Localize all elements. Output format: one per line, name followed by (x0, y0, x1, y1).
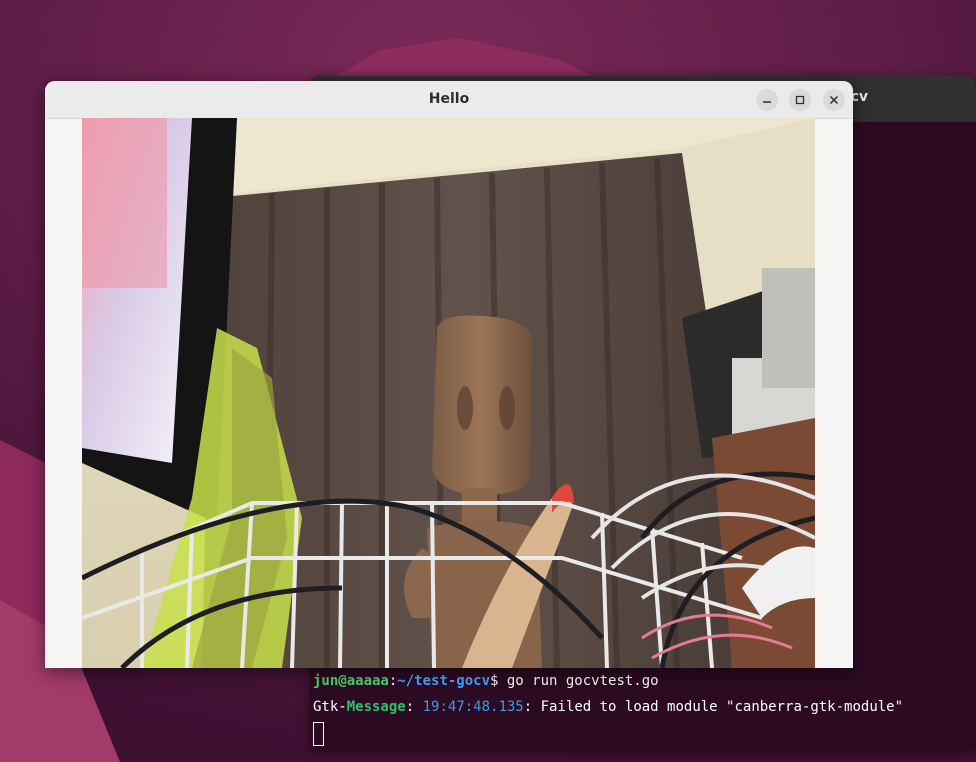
gtk-timestamp: 19:47:48.135 (422, 699, 524, 715)
prompt-symbol: $ (490, 673, 507, 689)
camera-feed-image (82, 118, 815, 668)
hello-window[interactable]: Hello (45, 81, 853, 668)
prompt-user: jun@aaaaa (313, 673, 389, 689)
gtk-separator: : (405, 699, 423, 715)
terminal-cursor (313, 722, 324, 746)
maximize-button[interactable] (789, 89, 811, 111)
terminal-cursor-line (313, 720, 976, 746)
terminal-command-line: jun@aaaaa:~/test-gocv$ go run gocvtest.g… (313, 668, 976, 694)
gtk-prefix: Gtk- (313, 699, 347, 715)
terminal-output[interactable]: jun@aaaaa: ~/test-gocv$ go run gocvtest.g… (310, 668, 976, 750)
minimize-icon (763, 101, 771, 103)
maximize-icon (795, 95, 805, 105)
close-button[interactable] (823, 89, 845, 111)
gtk-message-text: : Failed to load module "canberra-gtk-mo… (523, 699, 904, 715)
window-title: Hello (428, 91, 470, 107)
terminal-title: cv (850, 89, 868, 105)
minimize-button[interactable] (756, 89, 778, 111)
close-icon (829, 95, 839, 105)
terminal-gtk-message-line: Gtk-Message: 19:47:48.135: Failed to loa… (313, 694, 976, 720)
command-text: go run gocvtest.go (506, 673, 659, 689)
gtk-level: Message (346, 699, 406, 715)
hello-header-bar[interactable]: Hello (45, 81, 853, 119)
prompt-path: ~/test-gocv (397, 673, 491, 689)
